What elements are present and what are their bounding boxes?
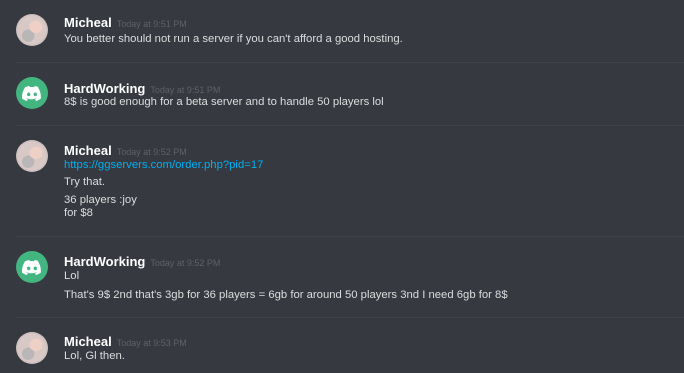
username[interactable]: HardWorking [64,81,145,96]
message-divider [16,125,684,126]
timestamp: Today at 9:51 PM [150,85,221,95]
timestamp: Today at 9:52 PM [150,258,221,268]
timestamp: Today at 9:51 PM [116,19,187,29]
message-divider [16,236,684,237]
discord-logo-icon [22,259,41,275]
message-divider [16,317,684,318]
message-text: Try that. [64,176,106,188]
avatar[interactable] [16,14,48,46]
message-text: Lol, Gl then. [64,350,125,362]
username[interactable]: Micheal [64,15,112,30]
avatar[interactable] [16,140,48,172]
username[interactable]: HardWorking [64,254,145,269]
username[interactable]: Micheal [64,334,112,349]
timestamp: Today at 9:52 PM [116,147,187,157]
timestamp: Today at 9:53 PM [116,338,187,348]
message-header: Micheal Today at 9:52 PM [64,140,187,159]
avatar[interactable] [16,332,48,364]
discord-logo-icon [22,85,41,101]
message-text: You better should not run a server if yo… [64,33,403,45]
chat-messages: Micheal Today at 9:51 PM You better shoul… [0,0,684,373]
message-text: for $8 [64,207,93,219]
message-header: Micheal Today at 9:51 PM [64,12,187,31]
message-text: 36 players :joy [64,194,137,206]
message-header: HardWorking Today at 9:52 PM [64,251,220,270]
message-header: HardWorking Today at 9:51 PM [64,78,220,97]
username[interactable]: Micheal [64,143,112,158]
message-header: Micheal Today at 9:53 PM [64,331,187,350]
message-text: Lol [64,270,80,282]
message-divider [16,62,684,63]
avatar[interactable] [16,77,48,109]
message-text: 8$ is good enough for a beta server and … [64,96,384,108]
message-text: That's 9$ 2nd that's 3gb for 36 players … [64,289,508,301]
message-link[interactable]: https://ggservers.com/order.php?pid=17 [64,159,263,171]
avatar[interactable] [16,251,48,283]
